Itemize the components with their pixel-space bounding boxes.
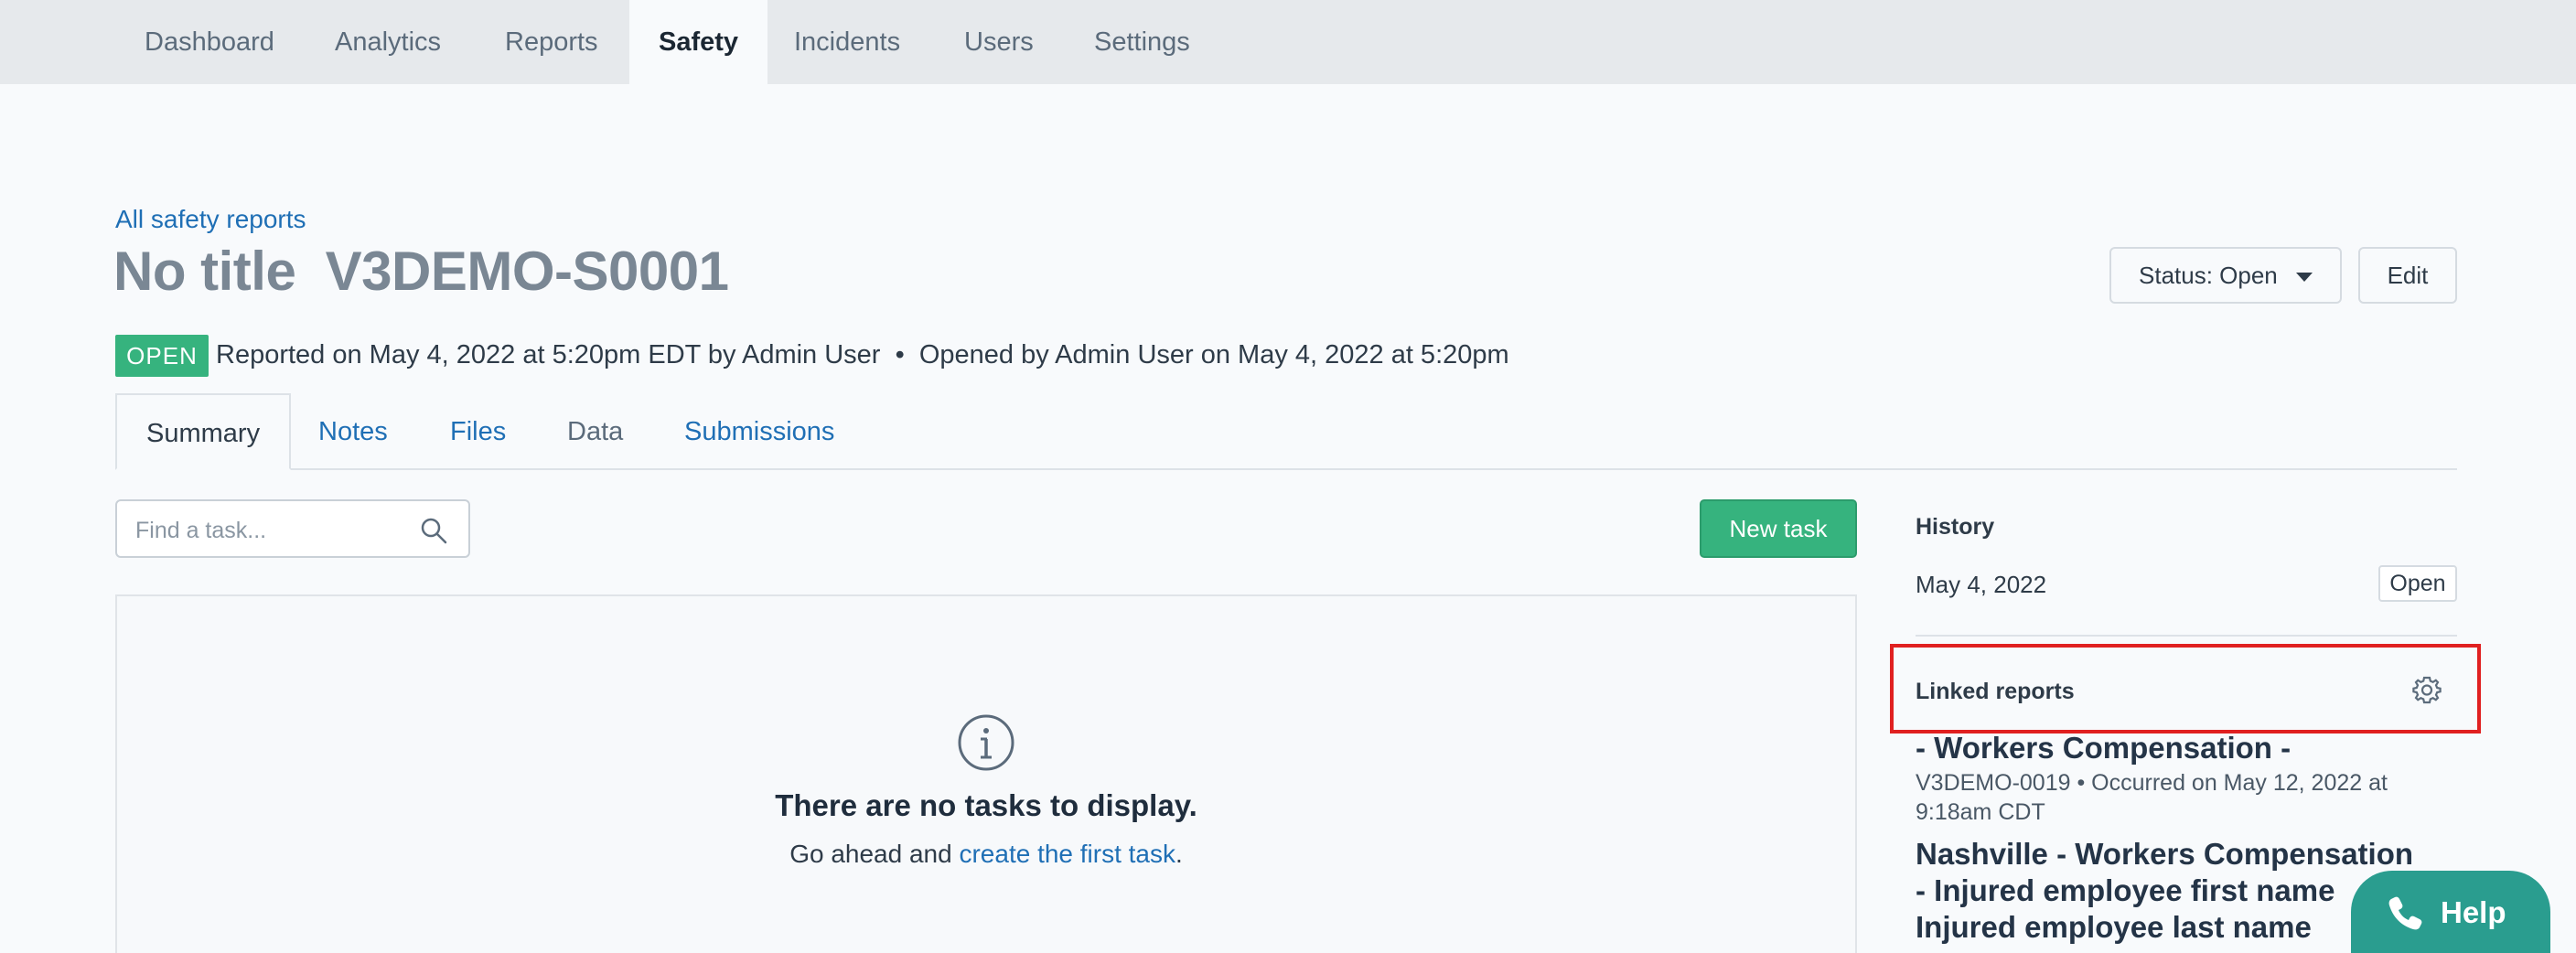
top-nav: Dashboard Analytics Reports Safety Incid…: [0, 0, 2576, 84]
status-label: Status: Open: [2139, 261, 2278, 289]
status-dropdown-button[interactable]: Status: Open: [2109, 247, 2342, 304]
status-badge: OPEN: [115, 335, 209, 377]
tab-files[interactable]: Files: [421, 393, 535, 470]
phone-icon: [2388, 896, 2422, 930]
linked-report-title[interactable]: - Workers Compensation -: [1916, 730, 2446, 766]
empty-state-suffix: .: [1175, 840, 1183, 868]
history-date: May 4, 2022: [1916, 571, 2047, 598]
history-status-badge: Open: [2378, 565, 2457, 602]
new-task-button[interactable]: New task: [1700, 499, 1857, 558]
nav-tab-incidents[interactable]: Incidents: [765, 0, 929, 84]
empty-state-title: There are no tasks to display.: [775, 788, 1197, 822]
edit-button[interactable]: Edit: [2358, 247, 2457, 304]
caret-down-icon: [2296, 273, 2313, 282]
search-placeholder: Find a task...: [135, 518, 267, 543]
breadcrumb-all-safety-reports[interactable]: All safety reports: [115, 205, 306, 234]
nav-tab-settings[interactable]: Settings: [1065, 0, 1219, 84]
tab-submissions[interactable]: Submissions: [655, 393, 864, 470]
tab-notes[interactable]: Notes: [289, 393, 417, 470]
create-first-task-link[interactable]: create the first task: [959, 840, 1175, 868]
nav-tab-users[interactable]: Users: [935, 0, 1063, 84]
help-button[interactable]: Help: [2351, 871, 2550, 953]
linked-reports-highlight: [1890, 644, 2481, 733]
history-heading: History: [1916, 514, 1995, 540]
info-icon: [958, 714, 1014, 771]
report-meta: Reported on May 4, 2022 at 5:20pm EDT by…: [216, 340, 1509, 369]
empty-state-text: Go ahead and create the first task.: [117, 840, 1855, 869]
tab-data[interactable]: Data: [538, 393, 652, 470]
linked-report-meta: V3DEMO-0019 • Occurred on May 12, 2022 a…: [1916, 770, 2388, 825]
search-icon: [421, 518, 447, 544]
empty-state-prefix: Go ahead and: [789, 840, 960, 868]
sidebar-divider: [1916, 635, 2457, 637]
help-label: Help: [2441, 895, 2506, 929]
nav-tab-reports[interactable]: Reports: [476, 0, 628, 84]
tasks-panel: There are no tasks to display. Go ahead …: [115, 594, 1857, 953]
page-title: No title V3DEMO-S0001: [113, 241, 729, 302]
tab-summary[interactable]: Summary: [115, 393, 292, 470]
task-search-input[interactable]: Find a task...: [115, 499, 470, 558]
nav-tab-safety[interactable]: Safety: [629, 0, 768, 84]
nav-tab-dashboard[interactable]: Dashboard: [115, 0, 304, 84]
nav-tab-analytics[interactable]: Analytics: [306, 0, 470, 84]
